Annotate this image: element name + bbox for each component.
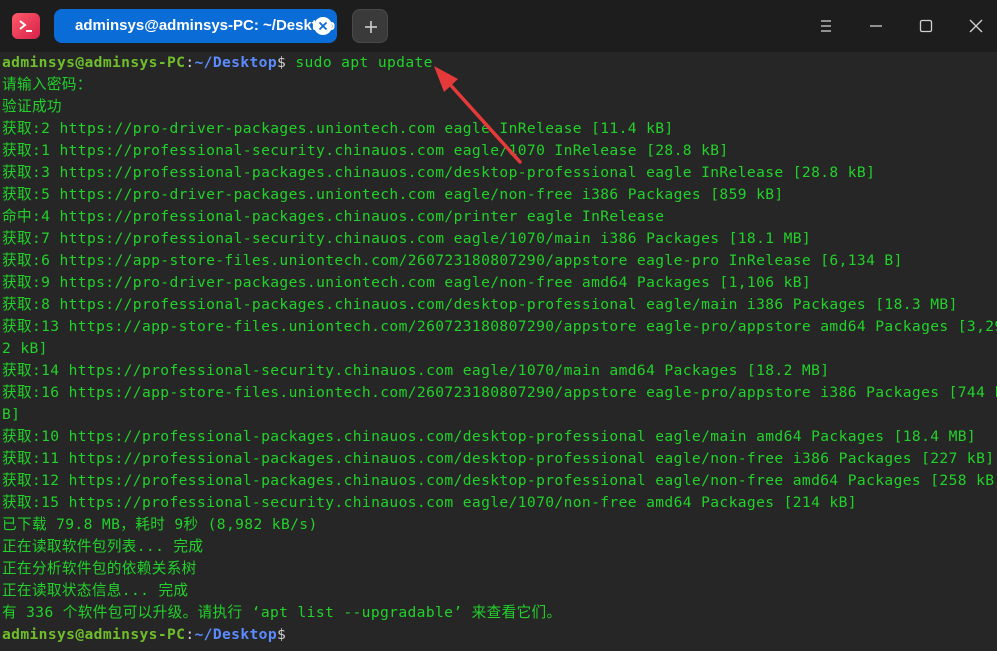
hamburger-menu-icon	[821, 20, 831, 32]
output-line: 正在读取软件包列表... 完成	[2, 538, 204, 555]
output-line: 验证成功	[2, 98, 62, 115]
output-line: 获取:6 https://app-store-files.uniontech.c…	[2, 252, 903, 269]
output-line: 获取:13 https://app-store-files.uniontech.…	[2, 318, 997, 335]
new-tab-button[interactable]	[352, 9, 388, 43]
output-line: 获取:12 https://professional-packages.chin…	[2, 472, 997, 489]
maximize-button[interactable]	[916, 16, 936, 36]
output-line: 已下载 79.8 MB，耗时 9秒 (8,982 kB/s)	[2, 516, 318, 533]
output-line: 获取:8 https://professional-packages.china…	[2, 296, 958, 313]
output-line: 获取:3 https://professional-packages.china…	[2, 164, 876, 181]
output-line: 获取:14 https://professional-security.chin…	[2, 362, 830, 379]
command-line: adminsys@adminsys-PC:~/Desktop$ sudo apt…	[2, 52, 433, 74]
terminal-output-area[interactable]: adminsys@adminsys-PC:~/Desktop$ sudo apt…	[0, 52, 997, 651]
minimize-icon	[870, 25, 882, 27]
prompt-path: ~/Desktop	[194, 54, 277, 71]
current-prompt-line: adminsys@adminsys-PC:~/Desktop$	[2, 624, 286, 646]
output-line: 正在分析软件包的依赖关系树	[2, 560, 197, 577]
maximize-icon	[919, 19, 933, 33]
prompt-user-host: adminsys@adminsys-PC	[2, 54, 186, 71]
prompt-symbol: $	[277, 54, 287, 71]
output-line: 获取:1 https://professional-security.china…	[2, 142, 729, 159]
tab-close-icon[interactable]	[314, 17, 332, 35]
close-icon	[969, 19, 983, 33]
terminal-app-icon[interactable]	[12, 13, 40, 39]
close-window-button[interactable]	[966, 16, 986, 36]
tab-terminal-session[interactable]: adminsys@adminsys-PC: ~/Desktop	[54, 9, 337, 43]
output-line: 获取:2 https://pro-driver-packages.unionte…	[2, 120, 674, 137]
plus-icon	[365, 21, 377, 33]
prompt-path: ~/Desktop	[194, 626, 277, 643]
output-line: 获取:15 https://professional-security.chin…	[2, 494, 857, 511]
output-line: 2 kB]	[2, 340, 48, 357]
output-line: 请输入密码：	[2, 76, 92, 93]
output-line: 命中:4 https://professional-packages.china…	[2, 208, 665, 225]
tab-title: adminsys@adminsys-PC: ~/Desktop	[75, 17, 336, 34]
menu-button[interactable]	[816, 16, 836, 36]
minimize-button[interactable]	[866, 16, 886, 36]
prompt-user-host: adminsys@adminsys-PC	[2, 626, 186, 643]
command-text: sudo apt update	[286, 54, 433, 71]
prompt-separator: :	[185, 54, 195, 71]
output-line: 有 336 个软件包可以升级。请执行 ‘apt list --upgradabl…	[2, 604, 562, 621]
output-line: 获取:7 https://professional-security.china…	[2, 230, 812, 247]
prompt-separator: :	[185, 626, 195, 643]
output-line: 获取:5 https://pro-driver-packages.unionte…	[2, 186, 784, 203]
output-line: 获取:10 https://professional-packages.chin…	[2, 428, 977, 445]
title-bar: adminsys@adminsys-PC: ~/Desktop	[0, 0, 997, 52]
output-line: 获取:11 https://professional-packages.chin…	[2, 450, 995, 467]
output-line: B]	[2, 406, 21, 423]
output-line: 获取:9 https://pro-driver-packages.unionte…	[2, 274, 812, 291]
output-line: 正在读取状态信息... 完成	[2, 582, 189, 599]
output-line: 获取:16 https://app-store-files.uniontech.…	[2, 384, 997, 401]
prompt-symbol: $	[277, 626, 287, 643]
